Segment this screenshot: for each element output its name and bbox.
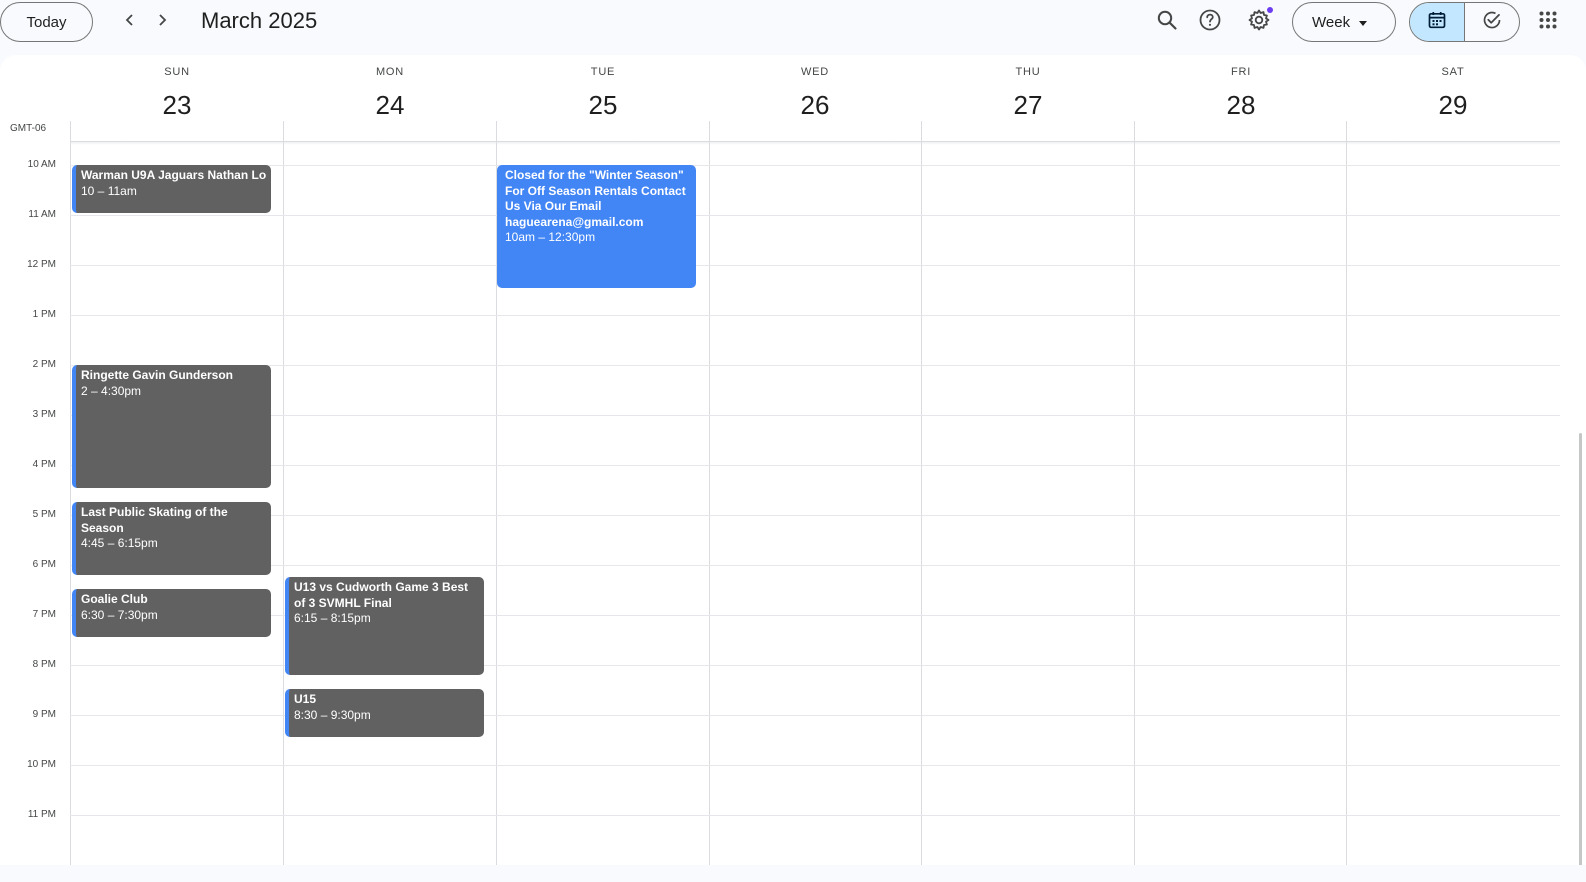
calendar-view-button[interactable] (1410, 3, 1465, 41)
hour-label: 8 PM (32, 659, 56, 670)
bottom-margin (0, 865, 1586, 882)
hour-gridline (70, 765, 1560, 766)
hour-label: 5 PM (32, 509, 56, 520)
settings-button[interactable] (1239, 2, 1279, 42)
calendar-event[interactable]: U13 vs Cudworth Game 3 Best of 3 SVMHL F… (285, 577, 484, 675)
calendar-toolbar: Today March 2025 Week (0, 0, 1586, 55)
day-number[interactable]: 27 (922, 90, 1134, 121)
search-icon (1156, 9, 1178, 36)
hour-label: 11 PM (27, 809, 56, 820)
calendar-event[interactable]: U15 8:30 – 9:30pm (285, 689, 484, 737)
column-divider (921, 121, 922, 882)
hour-gridline (70, 165, 1560, 166)
task-check-icon (1482, 10, 1502, 35)
day-number[interactable]: 23 (71, 90, 283, 121)
day-number[interactable]: 24 (284, 90, 496, 121)
event-time: 2 – 4:30pm (81, 383, 142, 398)
event-time: 6:30 – 7:30pm (81, 607, 158, 622)
hour-gridline (70, 465, 1560, 466)
hour-label: 10 PM (27, 759, 56, 770)
event-time: 10am – 12:30pm (505, 230, 596, 244)
hour-gridline (70, 365, 1560, 366)
google-apps-button[interactable] (1530, 4, 1566, 40)
vertical-scrollbar[interactable] (1579, 433, 1582, 873)
hour-label: 1 PM (32, 309, 56, 320)
hour-gridline (70, 265, 1560, 266)
column-divider (70, 121, 71, 882)
day-of-week-label: THU (1015, 66, 1041, 78)
calendar-event[interactable]: Warman U9A Jaguars Nathan Lo 10 – 11am (72, 165, 271, 213)
day-of-week-label: WED (800, 66, 830, 78)
hour-gridline (70, 515, 1560, 516)
column-divider (1134, 121, 1135, 882)
hour-label: 7 PM (32, 609, 56, 620)
event-title: U13 vs Cudworth Game 3 Best of 3 SVMHL F… (294, 580, 469, 610)
calendar-event[interactable]: Goalie Club 6:30 – 7:30pm (72, 589, 271, 637)
hour-label: 10 AM (27, 159, 56, 170)
hour-gridline (70, 815, 1560, 816)
hour-label: 2 PM (32, 359, 56, 370)
event-time: 6:15 – 8:15pm (294, 611, 371, 625)
header-shadow (70, 142, 1560, 145)
day-of-week-label: SUN (164, 66, 190, 78)
view-selector-value: Week (1312, 13, 1351, 31)
previous-week-button[interactable] (114, 6, 146, 38)
day-of-week-label: FRI (1230, 66, 1252, 78)
help-button[interactable] (1190, 2, 1230, 42)
event-title: Last Public Skating of the Season (81, 505, 228, 535)
event-title: Ringette Gavin Gunderson (81, 368, 234, 382)
week-view-panel: SUN 23 MON 24 TUE 25 WED 26 THU 27 FRI 2… (0, 55, 1586, 882)
hour-gridline (70, 215, 1560, 216)
event-title: Goalie Club (81, 592, 148, 606)
hour-label: 6 PM (32, 559, 56, 570)
day-number[interactable]: 25 (497, 90, 709, 121)
view-mode-toggle (1409, 2, 1520, 42)
day-number[interactable]: 29 (1347, 90, 1559, 121)
chevron-left-icon (123, 13, 137, 32)
tasks-view-button[interactable] (1465, 3, 1519, 41)
day-of-week-label: SAT (1441, 66, 1465, 78)
hour-label: 9 PM (32, 709, 56, 720)
timezone-label: GMT-06 (10, 123, 47, 134)
hour-gridline (70, 315, 1560, 316)
today-button[interactable]: Today (0, 2, 93, 42)
event-title: Warman U9A Jaguars Nathan Lo (81, 168, 267, 182)
calendar-event[interactable]: Last Public Skating of the Season 4:45 –… (72, 502, 271, 575)
day-of-week-label: TUE (590, 66, 616, 78)
column-divider (283, 121, 284, 882)
event-time: 10 – 11am (81, 183, 137, 198)
day-number[interactable]: 28 (1135, 90, 1347, 121)
grid-right-gutter (1560, 142, 1586, 882)
hour-gridline (70, 415, 1560, 416)
column-divider (1346, 121, 1347, 882)
hour-label: 11 AM (28, 209, 56, 220)
caret-down-icon (1359, 21, 1367, 26)
chevron-right-icon (155, 13, 169, 32)
view-selector-dropdown[interactable]: Week (1292, 2, 1396, 42)
apps-grid-icon (1539, 11, 1557, 34)
month-title: March 2025 (201, 8, 318, 33)
hour-label: 4 PM (32, 459, 56, 470)
next-week-button[interactable] (146, 6, 178, 38)
event-title: U15 (294, 692, 317, 706)
notification-dot (1267, 7, 1273, 13)
hour-gridline (70, 565, 1560, 566)
calendar-event[interactable]: Closed for the "Winter Season" For Off S… (497, 165, 696, 288)
day-of-week-label: MON (375, 66, 405, 78)
event-time: 8:30 – 9:30pm (294, 707, 371, 722)
column-divider (709, 121, 710, 882)
calendar-icon (1427, 10, 1447, 35)
search-button[interactable] (1147, 2, 1187, 42)
calendar-event[interactable]: Ringette Gavin Gunderson 2 – 4:30pm (72, 365, 271, 488)
help-icon (1198, 8, 1222, 37)
day-number[interactable]: 26 (709, 90, 921, 121)
hour-label: 3 PM (32, 409, 56, 420)
event-title: Closed for the "Winter Season" For Off S… (505, 168, 686, 229)
hour-label: 12 PM (27, 259, 56, 270)
event-time: 4:45 – 6:15pm (81, 536, 158, 550)
